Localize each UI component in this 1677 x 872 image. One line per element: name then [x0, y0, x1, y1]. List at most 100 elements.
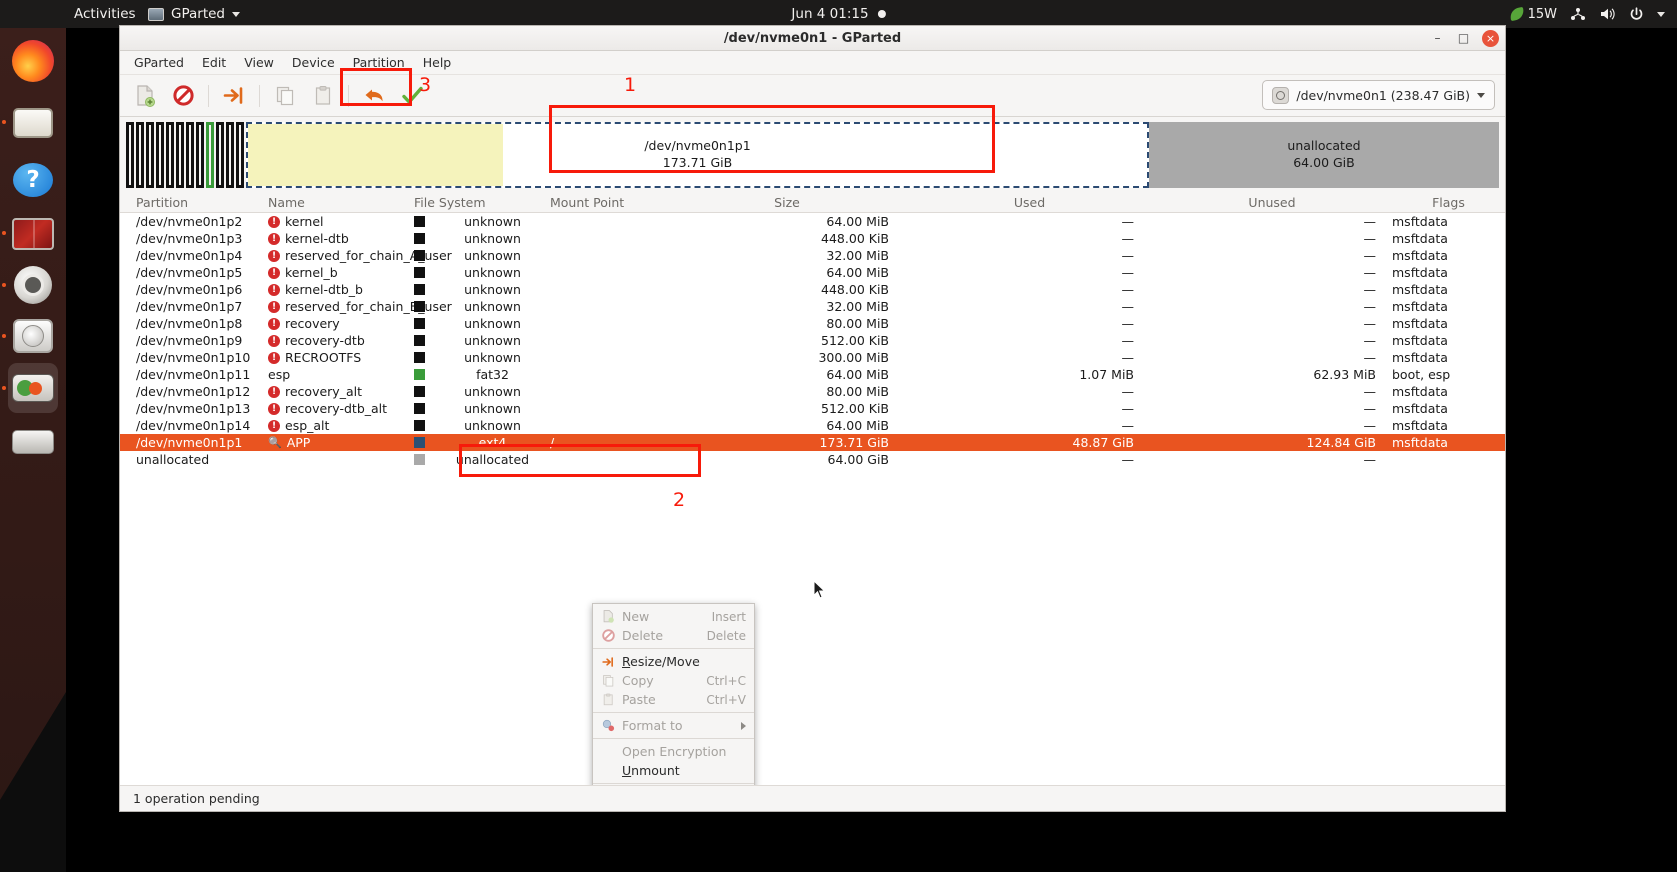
column-header-flags[interactable]: Flags [1392, 195, 1505, 210]
menu-device[interactable]: Device [284, 52, 343, 73]
column-header-size[interactable]: Size [667, 195, 907, 210]
graphic-partition-small[interactable] [216, 122, 224, 188]
cell-size: 64.00 GiB [827, 452, 890, 467]
cell-name-label: recovery_alt [285, 384, 362, 399]
menu-gparted[interactable]: GParted [126, 52, 192, 73]
cell-unused: — [1363, 299, 1377, 314]
dock-item-drive[interactable] [8, 417, 58, 467]
menu-item-label: Delete [622, 628, 664, 643]
cell-filesystem: unknown [414, 248, 550, 263]
table-row[interactable]: /dev/nvme0n1p9! recovery-dtb unknown 512.00… [120, 332, 1505, 349]
warning-icon: ! [268, 266, 280, 279]
table-row[interactable]: /dev/nvme0n1p5! kernel_b unknown 64.00 MiB —… [120, 264, 1505, 281]
column-header-mountpoint[interactable]: Mount Point [550, 195, 667, 210]
app-menu-button[interactable]: GParted [148, 6, 240, 22]
running-dot-files [2, 120, 6, 124]
column-header-filesystem[interactable]: File System [414, 195, 550, 210]
resize-move-button[interactable] [215, 79, 253, 113]
graphic-partition-small[interactable] [156, 122, 164, 188]
table-row[interactable]: /dev/nvme0n1p10! RECROOTFS unknown 300.00 M… [120, 349, 1505, 366]
cell-name: ! recovery-dtb_alt [268, 401, 414, 416]
delete-partition-button[interactable] [164, 79, 202, 113]
filesystem-color-swatch [414, 335, 425, 346]
show-applications-icon[interactable] [19, 789, 47, 817]
table-row[interactable]: /dev/nvme0n1p8! recovery unknown 80.00 MiB —… [120, 315, 1505, 332]
table-row[interactable]: /dev/nvme0n1p12! recovery_alt unknown 80.00… [120, 383, 1505, 400]
table-row[interactable]: /dev/nvme0n1p6! kernel-dtb_b unknown 448.00… [120, 281, 1505, 298]
recording-dot-icon [877, 10, 886, 18]
clock-button[interactable]: Jun 4 01:15 [791, 6, 886, 22]
graphic-partition-small[interactable] [166, 122, 174, 188]
cell-name: esp [268, 367, 414, 382]
chevron-down-icon[interactable] [1657, 11, 1665, 17]
cell-name: 🔍 APP [268, 435, 414, 450]
table-row[interactable]: /dev/nvme0n1p14! esp_alt unknown 64.00 MiB —… [120, 417, 1505, 434]
cell-filesystem-label: unknown [464, 418, 521, 433]
warning-icon: ! [268, 419, 280, 432]
graphic-partition-small[interactable] [126, 122, 134, 188]
graphic-partition-small[interactable] [186, 122, 194, 188]
maximize-button[interactable]: □ [1456, 31, 1471, 46]
menu-item-new: New Insert [593, 607, 754, 626]
menu-view[interactable]: View [236, 52, 282, 73]
column-header-used[interactable]: Used [907, 195, 1152, 210]
cell-used: 48.87 GiB [1072, 435, 1135, 450]
graphic-partition-small[interactable] [196, 122, 204, 188]
cell-unused: — [1363, 384, 1377, 399]
warning-icon: ! [268, 232, 280, 245]
terminal-icon [12, 218, 54, 250]
cell-name-label: recovery-dtb [285, 333, 365, 348]
menu-item-unmount[interactable]: Unmount [593, 761, 754, 780]
cell-size: 512.00 KiB [821, 401, 889, 416]
close-button[interactable]: × [1482, 29, 1499, 47]
cell-unused: — [1363, 350, 1377, 365]
table-row[interactable]: /dev/nvme0n1p4 ! reserved_for_chain_A_user… [120, 247, 1505, 264]
graphic-partition-small[interactable] [136, 122, 144, 188]
menu-item-accelerator: Ctrl+V [706, 692, 746, 707]
filesystem-color-swatch [414, 267, 425, 278]
graphic-partition-small[interactable] [146, 122, 154, 188]
dock-item-disks[interactable] [8, 311, 58, 361]
paste-button[interactable] [304, 79, 342, 113]
cell-flags: msftdata [1392, 435, 1448, 450]
table-row[interactable]: unallocated unallocated 64.00 GiB — — [120, 451, 1505, 468]
window-titlebar: /dev/nvme0n1 - GParted – □ × [120, 26, 1505, 51]
cell-size: 173.71 GiB [819, 435, 889, 450]
table-row[interactable]: /dev/nvme0n1p7 ! reserved_for_chain_B_user… [120, 298, 1505, 315]
table-row[interactable]: /dev/nvme0n1p1 🔍 APP ext4/173.71 GiB 48.87 G… [120, 434, 1505, 451]
system-status-area[interactable]: 15W [1508, 6, 1665, 22]
delete-forbidden-icon [602, 629, 615, 642]
nvidia-leaf-icon [1508, 6, 1525, 22]
dock-item-gparted[interactable] [8, 363, 58, 413]
dock-item-terminal[interactable] [8, 209, 58, 259]
dock-item-settings[interactable] [8, 260, 58, 310]
new-partition-button[interactable] [126, 79, 164, 113]
dock-item-help[interactable]: ? [8, 155, 58, 205]
copy-button[interactable] [266, 79, 304, 113]
filesystem-color-swatch [414, 216, 425, 227]
dock-item-firefox[interactable] [8, 36, 58, 86]
graphic-partition-unallocated[interactable]: unallocated 64.00 GiB [1149, 122, 1499, 188]
menu-item-resize-move[interactable]: Resize/Move [593, 652, 754, 671]
table-row[interactable]: /dev/nvme0n1p13! recovery-dtb_alt unknown 5… [120, 400, 1505, 417]
menu-help[interactable]: Help [415, 52, 460, 73]
column-header-partition[interactable]: Partition [120, 195, 268, 210]
table-row[interactable]: /dev/nvme0n1p11 esp fat32 64.00 MiB 1.07 MiB… [120, 366, 1505, 383]
column-header-unused[interactable]: Unused [1152, 195, 1392, 210]
menu-edit[interactable]: Edit [194, 52, 234, 73]
activities-button[interactable]: Activities [74, 6, 136, 22]
table-row[interactable]: /dev/nvme0n1p2! kernel unknown 64.00 MiB — — m… [120, 213, 1505, 230]
cell-filesystem: unknown [414, 418, 550, 433]
minimize-button[interactable]: – [1430, 31, 1445, 46]
table-row[interactable]: /dev/nvme0n1p3! kernel-dtb unknown 448.00 K… [120, 230, 1505, 247]
graphic-partition-small[interactable] [236, 122, 244, 188]
graphic-partition-small[interactable] [176, 122, 184, 188]
graphic-partition-esp[interactable] [206, 122, 214, 188]
filesystem-color-swatch [414, 352, 425, 363]
cell-name: ! esp_alt [268, 418, 414, 433]
column-header-name[interactable]: Name [268, 195, 414, 210]
graphic-partition-small[interactable] [226, 122, 234, 188]
running-dot-terminal [2, 231, 6, 235]
device-selector-button[interactable]: /dev/nvme0n1 (238.47 GiB) [1262, 80, 1495, 110]
dock-item-files[interactable] [8, 98, 58, 148]
